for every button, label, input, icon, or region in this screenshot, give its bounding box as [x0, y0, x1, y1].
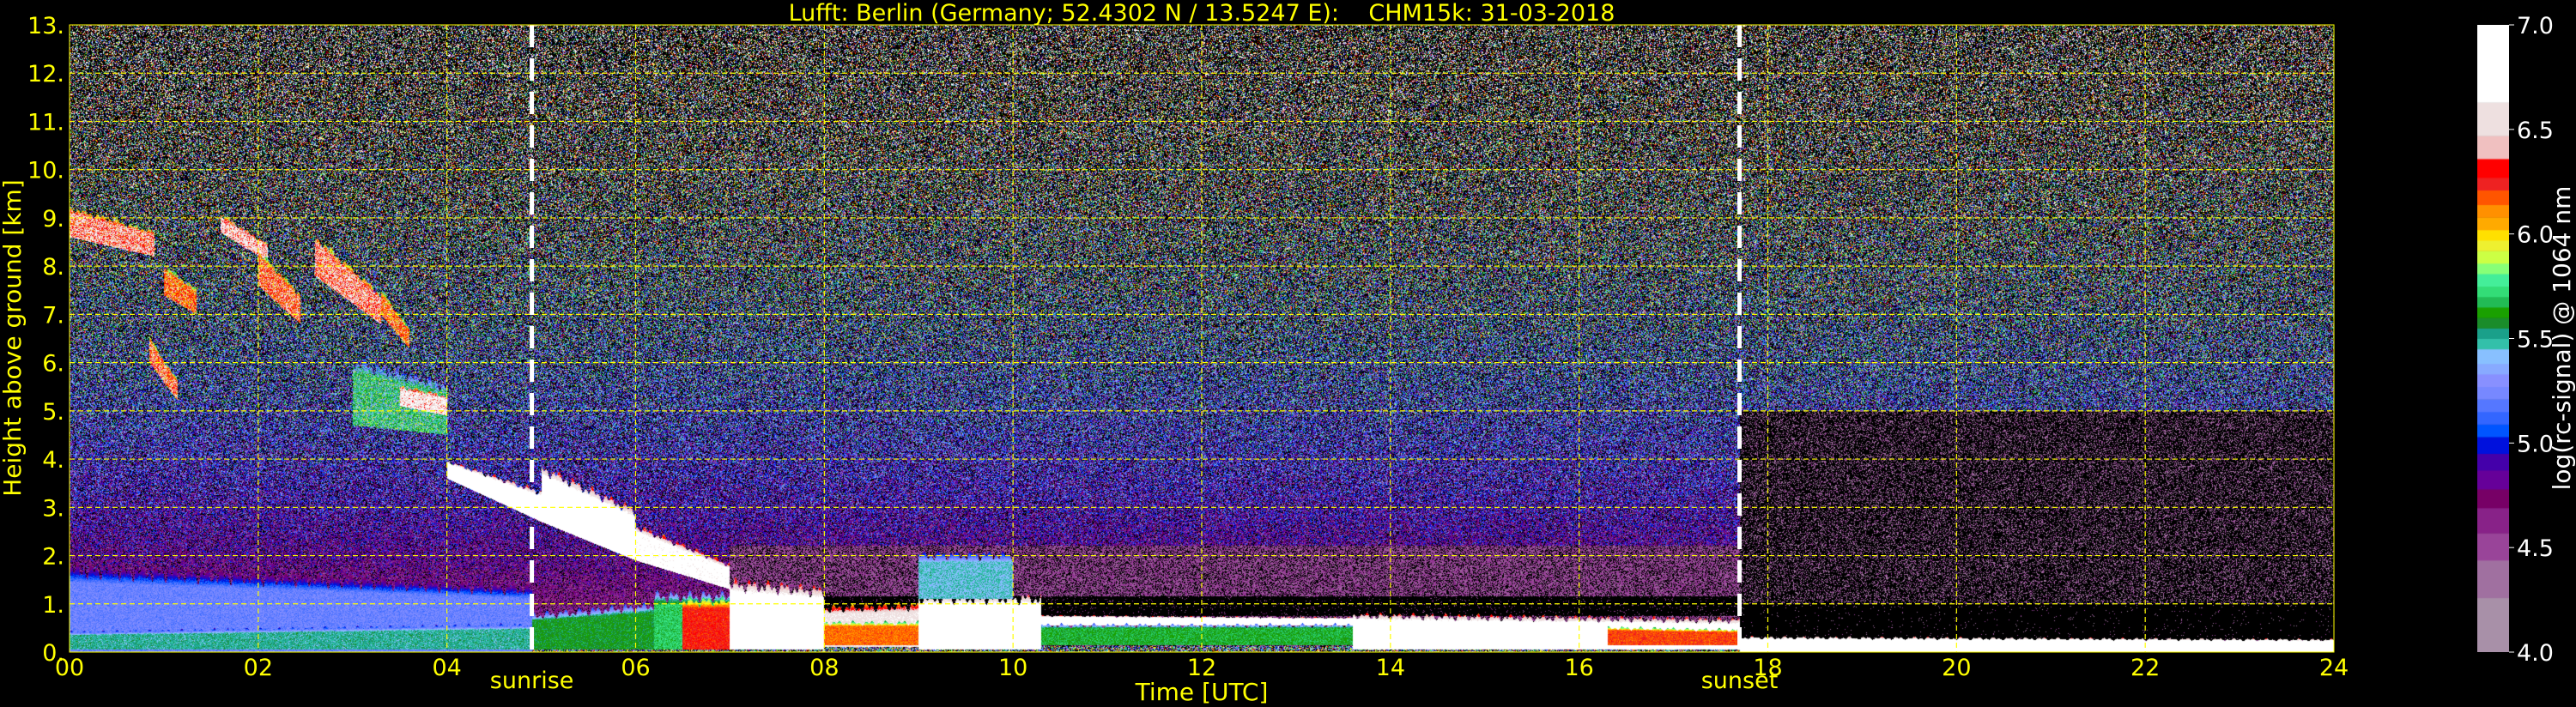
- y-tick-label: 13.: [27, 13, 64, 39]
- y-tick-label: 12.: [27, 61, 64, 88]
- colorbar-label: log(rc-signal) @ 1064 nm: [2548, 186, 2576, 491]
- x-tick-label: 10: [998, 655, 1027, 681]
- sun-markers: sunrise sunset: [490, 25, 1778, 694]
- colorbar-tick-label: 4.0: [2517, 640, 2554, 667]
- x-axis-label: Time [UTC]: [1135, 678, 1269, 706]
- y-tick-label: 1.: [42, 592, 64, 619]
- y-tick-label: 5.: [42, 399, 64, 426]
- x-tick-label: 14: [1376, 655, 1405, 681]
- x-tick-label: 18: [1753, 655, 1782, 681]
- y-tick-label: 4.: [42, 447, 64, 474]
- y-tick-label: 6.: [42, 351, 64, 378]
- colorbar-tick-label: 7.0: [2517, 13, 2554, 39]
- x-tick-label: 06: [621, 655, 650, 681]
- chart-overlay: sunrise sunset 00 02 04 06 08 10 12 14 16 18 20 22 24…: [0, 0, 2576, 706]
- y-tick-label: 7.: [42, 302, 64, 329]
- chart-title: Lufft: Berlin (Germany; 52.4302 N / 13.5…: [789, 0, 1615, 27]
- y-tick-label: 2.: [42, 544, 64, 571]
- colorbar-tick-label: 6.5: [2517, 118, 2554, 144]
- x-tick-label: 08: [809, 655, 839, 681]
- x-tick-label: 02: [244, 655, 273, 681]
- grid-lines: [70, 25, 2334, 652]
- sunrise-label: sunrise: [490, 668, 574, 694]
- y-tick-label: 10.: [27, 158, 64, 184]
- y-tick-label: 8.: [42, 254, 64, 281]
- y-tick-label: 0.: [42, 640, 64, 667]
- x-tick-label: 04: [432, 655, 461, 681]
- y-tick-label: 9.: [42, 206, 64, 233]
- colorbar-tick-label: 4.5: [2517, 535, 2554, 562]
- x-tick-label: 20: [1942, 655, 1971, 681]
- x-tick-label: 16: [1564, 655, 1593, 681]
- y-tick-label: 11.: [27, 109, 64, 136]
- y-axis-ticks: 0. 1. 2. 3. 4. 5. 6. 7. 8. 9. 10. 11. 12. 13.: [27, 13, 64, 667]
- x-tick-label: 22: [2131, 655, 2160, 681]
- x-tick-label: 24: [2319, 655, 2349, 681]
- y-tick-label: 3.: [42, 495, 64, 522]
- y-axis-label: Height above ground [km]: [0, 179, 27, 497]
